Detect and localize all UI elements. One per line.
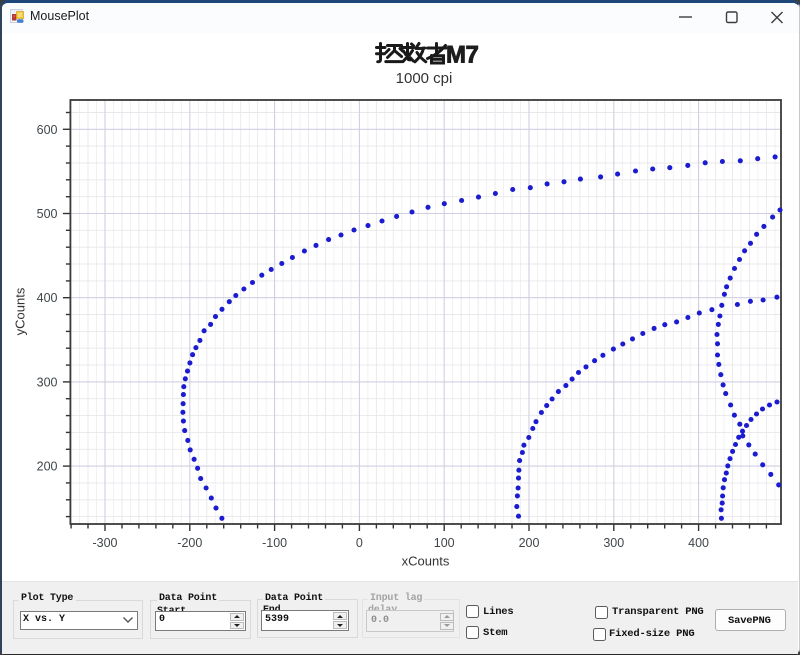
- svg-text:600: 600: [37, 123, 58, 137]
- svg-text:0: 0: [356, 536, 363, 550]
- svg-text:400: 400: [688, 536, 709, 550]
- svg-text:-200: -200: [177, 536, 202, 550]
- svg-text:200: 200: [519, 536, 540, 550]
- svg-text:xCounts: xCounts: [402, 554, 450, 569]
- svg-text:500: 500: [37, 207, 58, 221]
- svg-text:200: 200: [37, 460, 58, 474]
- svg-text:300: 300: [37, 375, 58, 389]
- svg-text:yCounts: yCounts: [13, 287, 28, 335]
- svg-text:1000 cpi: 1000 cpi: [396, 70, 453, 87]
- svg-text:-100: -100: [262, 536, 287, 550]
- svg-text:400: 400: [37, 291, 58, 305]
- svg-text:-300: -300: [92, 536, 117, 550]
- svg-text:100: 100: [434, 536, 455, 550]
- svg-text:M7: M7: [446, 42, 478, 69]
- svg-text:300: 300: [603, 536, 624, 550]
